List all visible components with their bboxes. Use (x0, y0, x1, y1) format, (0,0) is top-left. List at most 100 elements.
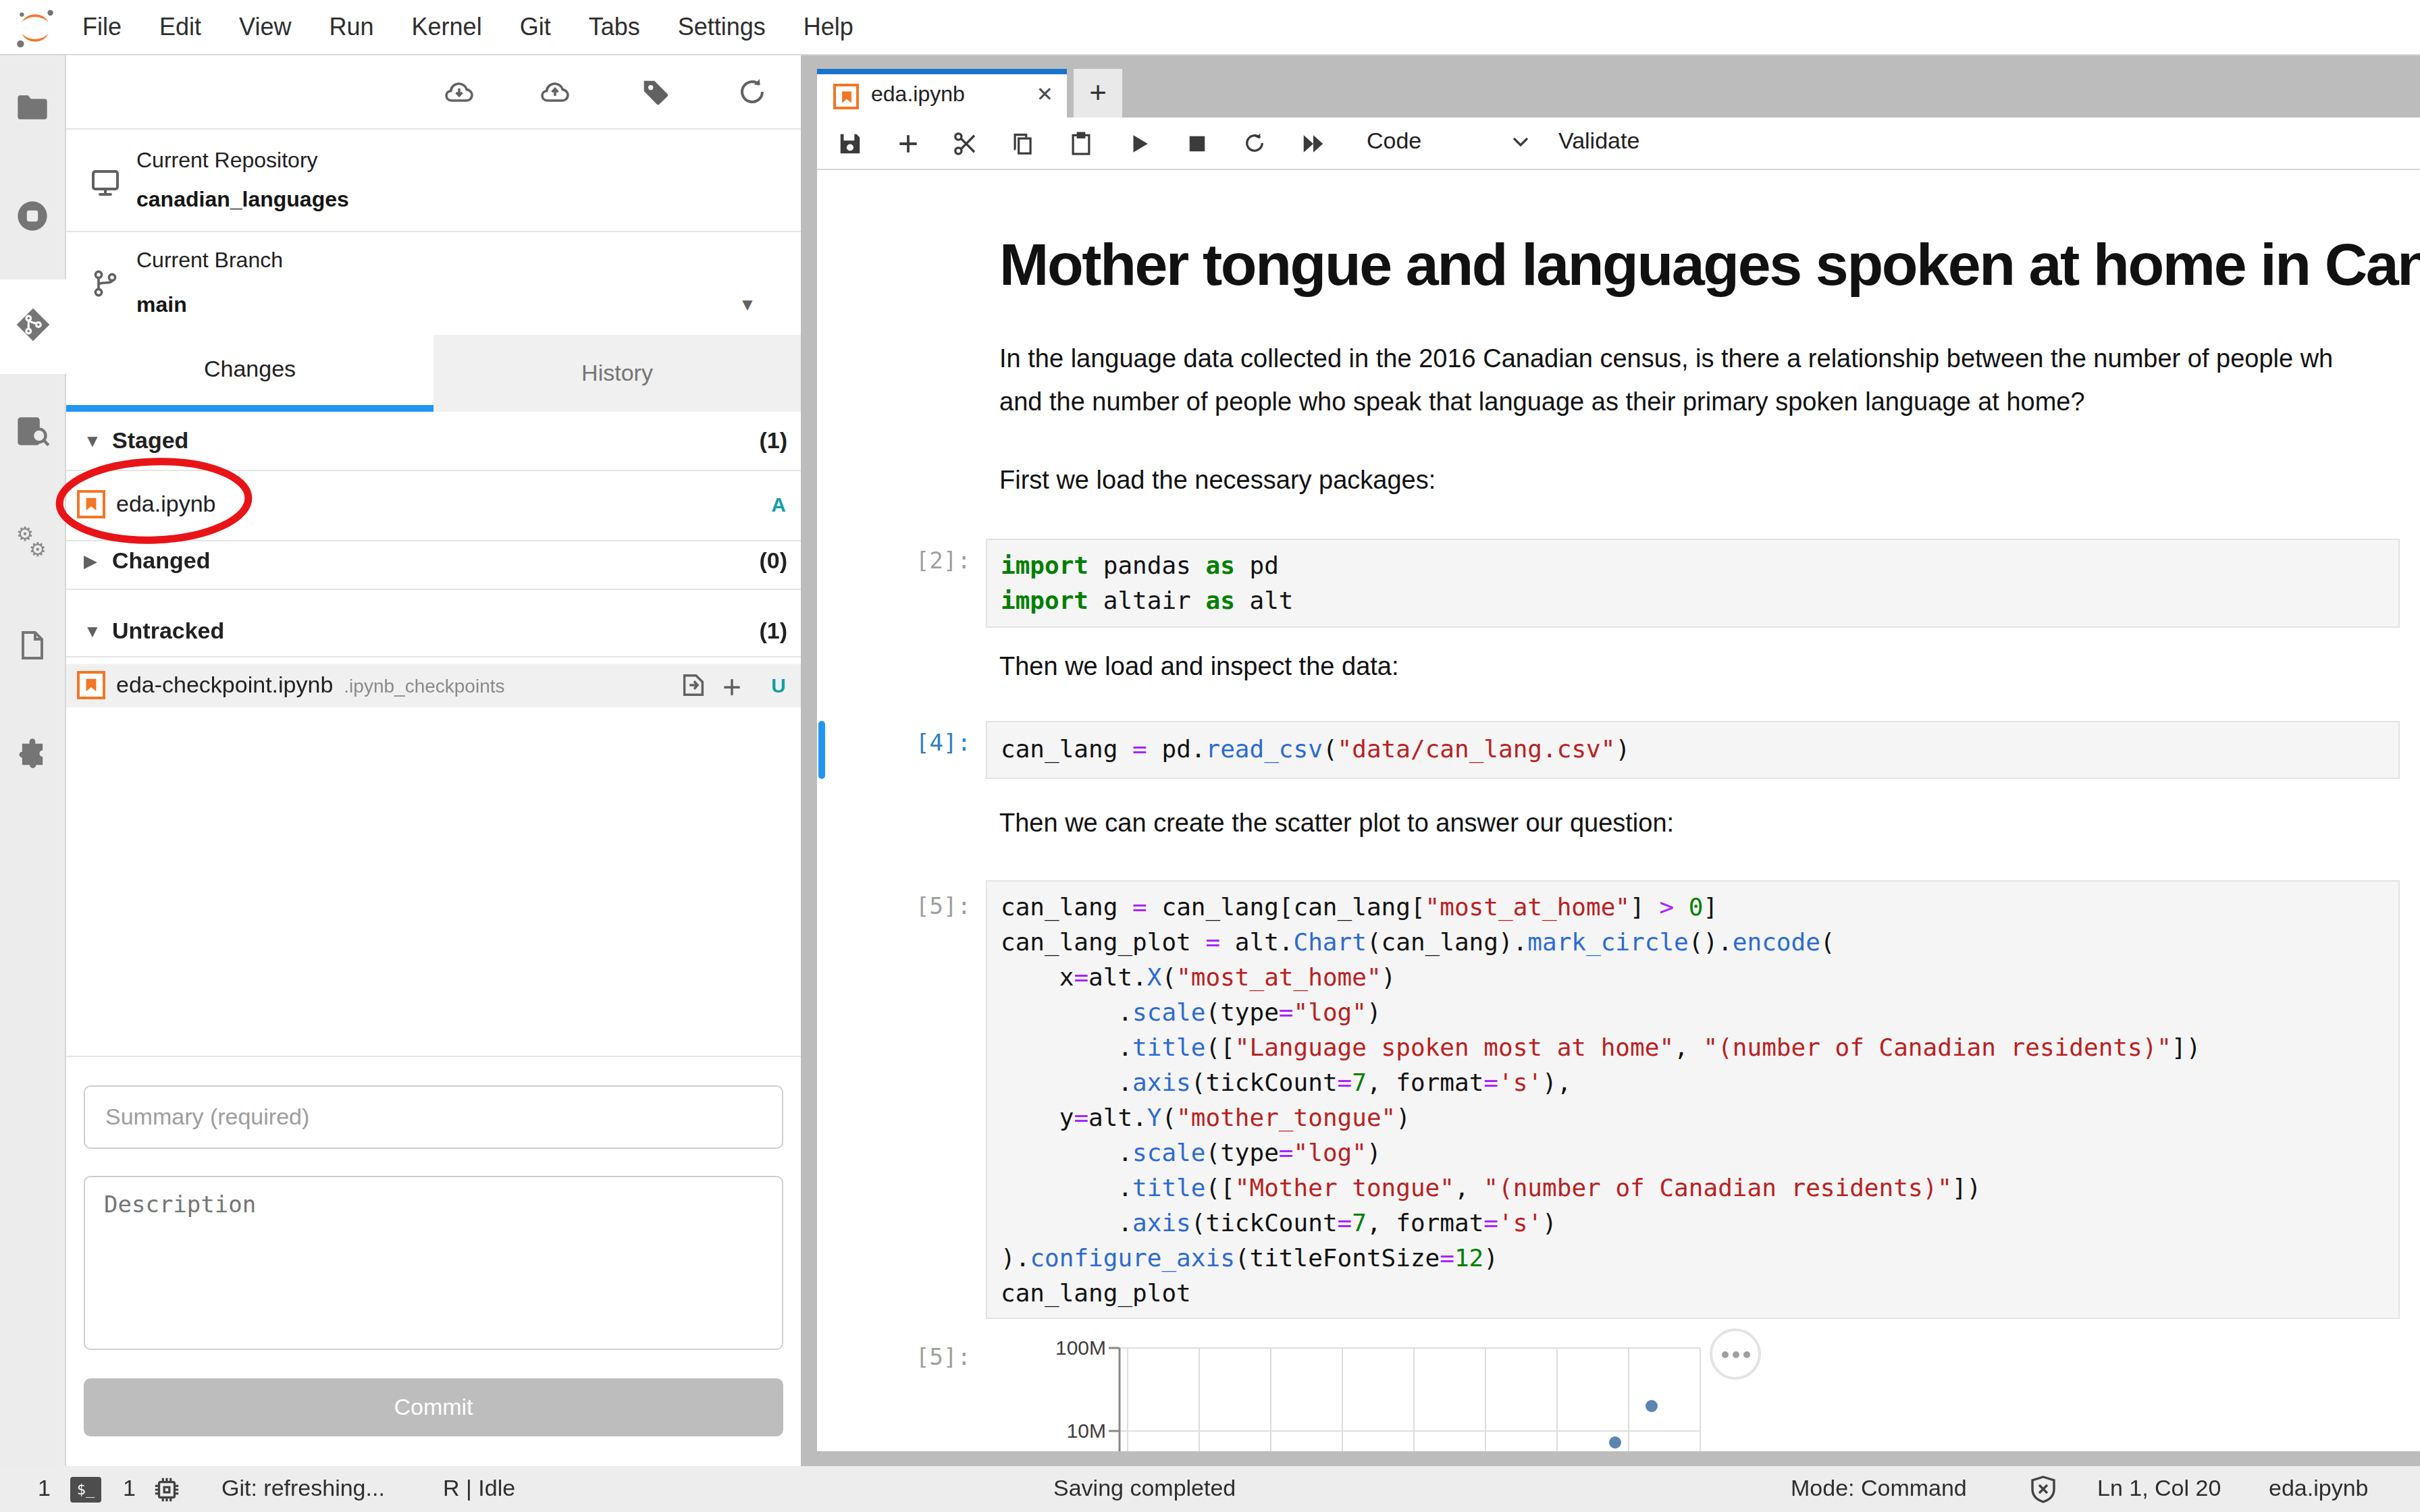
kernel-chip-icon[interactable] (153, 1476, 181, 1511)
dock-area: eda.ipynb ✕ + Code Validate Mother tongu… (817, 55, 2420, 1466)
menubar: FileEditViewRunKernelGitTabsSettingsHelp (0, 0, 2420, 55)
tab-changes[interactable]: Changes (66, 335, 433, 412)
notebook-content: Mother tongue and languages spoken at ho… (817, 170, 2420, 1451)
copy-button[interactable] (998, 117, 1047, 169)
notebook-tab[interactable]: eda.ipynb ✕ (817, 69, 1067, 117)
staged-status-mark: A (771, 493, 786, 516)
cell-prompt: [2]: (817, 547, 971, 574)
cell-prompt-active: [4]: (817, 729, 971, 756)
caret-down-icon[interactable]: ▼ (84, 431, 101, 451)
extensions-icon[interactable] (0, 722, 65, 787)
jupyter-logo (15, 8, 55, 54)
cloud-pull-icon[interactable] (433, 66, 485, 117)
git-icon[interactable] (0, 292, 65, 356)
notebook-file-icon (77, 671, 105, 699)
kernels-count[interactable]: 1 (123, 1476, 136, 1503)
commit-button[interactable]: Commit (84, 1378, 783, 1436)
stage-file-plus-icon[interactable]: + (722, 668, 741, 706)
stop-button[interactable] (1172, 117, 1221, 169)
menu-tabs[interactable]: Tabs (570, 13, 659, 41)
settings-gears-icon[interactable]: ⚙⚙ (0, 508, 65, 572)
paste-button[interactable] (1056, 117, 1105, 169)
folder-icon[interactable] (0, 76, 65, 140)
fast-forward-button[interactable] (1288, 117, 1337, 169)
changed-count: (0) (759, 548, 787, 575)
branch-label: Current Branch (136, 248, 283, 273)
inspector-icon[interactable] (0, 400, 65, 464)
validate-button[interactable]: Validate (1558, 128, 1639, 155)
terminal-icon[interactable]: $_ (70, 1477, 101, 1503)
menu-file[interactable]: File (63, 13, 140, 41)
more-actions-button[interactable] (1710, 1328, 1761, 1380)
code-cell-active[interactable]: can_lang = pd.read_csv("data/can_lang.cs… (986, 721, 2400, 779)
menu-run[interactable]: Run (311, 13, 393, 41)
notebook-title: Mother tongue and languages spoken at ho… (999, 231, 2420, 298)
commit-description-input[interactable] (84, 1176, 783, 1350)
svg-text:10M: 10M (1067, 1420, 1106, 1442)
untracked-status-mark: U (771, 674, 786, 697)
open-file-icon[interactable] (679, 671, 708, 705)
cut-button[interactable] (940, 117, 989, 169)
caret-right-icon[interactable]: ▶ (84, 551, 97, 571)
tab-history[interactable]: History (433, 335, 801, 412)
menu-edit[interactable]: Edit (140, 13, 220, 41)
new-tab-button[interactable]: + (1074, 69, 1122, 117)
refresh-icon[interactable] (727, 66, 778, 117)
notebook-icon (833, 84, 859, 109)
code-cell[interactable]: import pandas as pdimport altair as alt (986, 538, 2400, 627)
restart-button[interactable] (1230, 117, 1279, 169)
caret-down-icon[interactable]: ▼ (84, 621, 101, 641)
markdown-paragraph: Then we can create the scatter plot to a… (999, 802, 1674, 845)
statusbar-filename: eda.ipynb (2269, 1476, 2368, 1503)
new-file-icon[interactable] (0, 613, 65, 678)
git-panel-toolbar (66, 55, 801, 128)
branch-name: main (136, 293, 187, 317)
terminals-count[interactable]: 1 (38, 1476, 51, 1503)
menu-kernel[interactable]: Kernel (393, 13, 501, 41)
insert-button[interactable] (883, 117, 932, 169)
staged-file-row[interactable]: eda.ipynb A (66, 470, 801, 540)
running-icon[interactable] (0, 184, 65, 248)
save-button[interactable] (825, 117, 874, 169)
menu-settings[interactable]: Settings (659, 13, 785, 41)
untracked-file-row[interactable]: eda-checkpoint.ipynb.ipynb_checkpoints +… (66, 664, 801, 707)
repository-name: canadian_languages (136, 188, 349, 212)
tag-icon[interactable] (629, 66, 681, 117)
cell-type-dropdown[interactable]: Code (1367, 128, 1421, 155)
scatter-plot-output: 100M 10M (817, 1330, 1789, 1451)
markdown-paragraph: Then we load and inspect the data: (999, 645, 1399, 688)
left-sidebar-strip: ⚙⚙ (0, 55, 66, 1466)
staged-file-name: eda.ipynb (116, 491, 215, 518)
untracked-file-path: .ipynb_checkpoints (344, 675, 504, 697)
cursor-position[interactable]: Ln 1, Col 20 (2097, 1476, 2221, 1503)
git-panel: Current Repository canadian_languages Cu… (66, 55, 801, 1466)
menu-help[interactable]: Help (785, 13, 872, 41)
code-cell[interactable]: can_lang = can_lang[can_lang["most_at_ho… (986, 880, 2400, 1319)
staged-count: (1) (759, 428, 787, 455)
close-tab-icon[interactable]: ✕ (1036, 82, 1053, 107)
cloud-push-icon[interactable] (529, 66, 581, 117)
save-status: Saving completed (1053, 1476, 1236, 1503)
chevron-down-icon[interactable] (1510, 131, 1531, 158)
panel-splitter[interactable] (801, 55, 817, 1466)
markdown-paragraph: In the language data collected in the 20… (999, 338, 2333, 424)
section-untracked[interactable]: Untracked (112, 618, 224, 645)
menu-git[interactable]: Git (501, 13, 570, 41)
section-staged[interactable]: Staged (112, 428, 188, 455)
kernel-status: R | Idle (443, 1476, 515, 1503)
svg-text:⚙: ⚙ (28, 538, 46, 558)
cell-prompt: [5]: (817, 892, 971, 919)
shield-x-icon[interactable] (2028, 1474, 2058, 1511)
commit-summary-input[interactable] (84, 1085, 783, 1149)
run-button[interactable] (1114, 117, 1163, 169)
svg-text:100M: 100M (1055, 1336, 1106, 1359)
notebook-tab-title: eda.ipynb (871, 82, 965, 107)
mode-indicator[interactable]: Mode: Command (1791, 1476, 1967, 1503)
section-changed[interactable]: Changed (112, 548, 210, 575)
branch-dropdown-caret[interactable]: ▼ (739, 294, 756, 315)
git-status: Git: refreshing... (221, 1476, 385, 1503)
menu-view[interactable]: View (220, 13, 310, 41)
markdown-paragraph: First we load the necessary packages: (999, 459, 1436, 502)
branch-icon (84, 262, 127, 305)
statusbar: 1 $_ 1 Git: refreshing... R | Idle Savin… (0, 1466, 2420, 1512)
